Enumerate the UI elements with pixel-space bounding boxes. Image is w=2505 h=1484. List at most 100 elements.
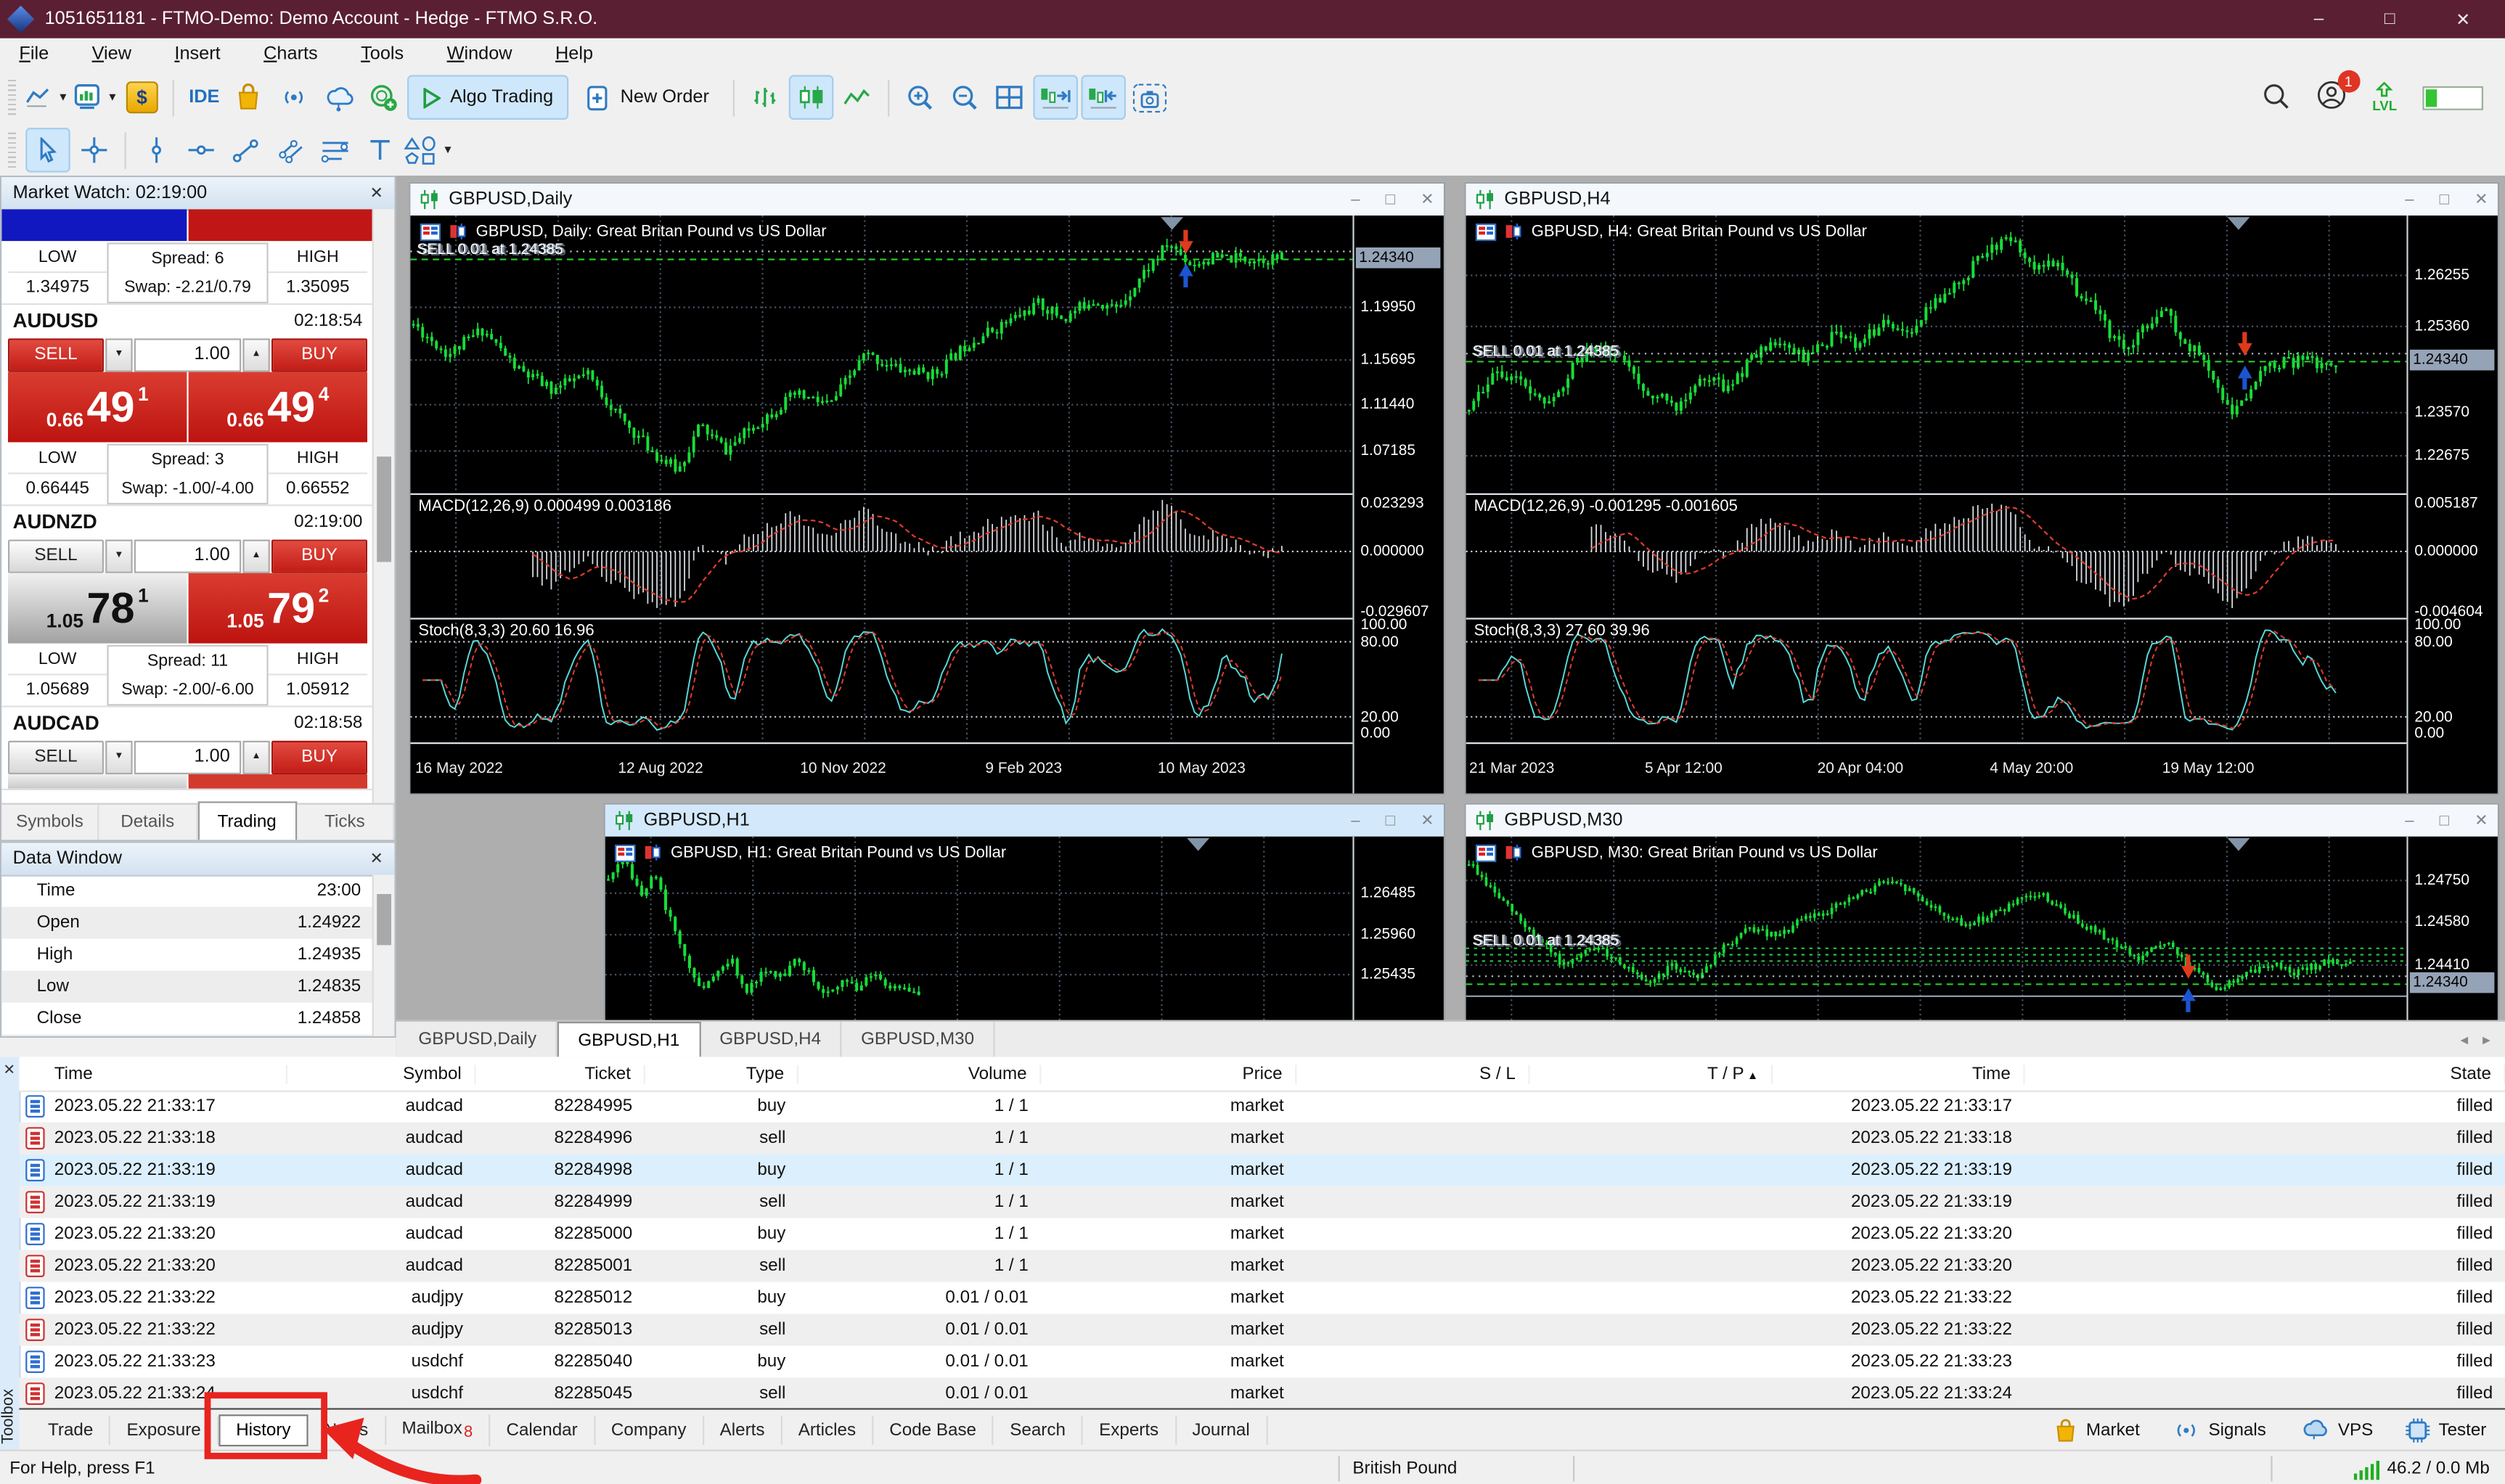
bid-price-box[interactable]: 1.05781: [8, 573, 187, 644]
history-column-time[interactable]: Time: [1773, 1064, 2025, 1083]
window-maximize-icon[interactable]: □: [2385, 9, 2395, 30]
history-row[interactable]: 2023.05.22 21:33:18audcad82284996sell1 /…: [19, 1123, 2505, 1155]
vps-cloud-icon[interactable]: [318, 77, 359, 118]
toolbox-tab-history[interactable]: History: [218, 1414, 308, 1446]
history-row[interactable]: 2023.05.22 21:33:19audcad82284999sell1 /…: [19, 1186, 2505, 1218]
chart-window-gbpusd-m30[interactable]: GBPUSD,M30 –□✕ 1.247501.245801.244101.24…: [1464, 803, 2499, 1022]
chart-window-gbpusd-h4[interactable]: GBPUSD,H4 –□✕ 1.262551.253601.235701.226…: [1464, 182, 2499, 795]
chart-tab-gbpusd-m30[interactable]: GBPUSD,M30: [842, 1022, 995, 1057]
volume-increase-button[interactable]: ▲: [242, 337, 269, 371]
menu-item-tools[interactable]: Tools: [361, 45, 404, 64]
chart-template-icon[interactable]: ▼: [72, 77, 118, 118]
market-watch-scrollbar[interactable]: [372, 209, 395, 805]
volume-increase-button[interactable]: ▲: [242, 740, 269, 774]
menu-item-help[interactable]: Help: [555, 45, 593, 64]
quote-section-audnzd[interactable]: AUDNZD02:19:00 SELL ▼ 1.00 ▲ BUY 1.05781…: [1, 506, 374, 707]
chart-maximize-icon[interactable]: □: [1386, 191, 1395, 208]
market-watch-tab-trading[interactable]: Trading: [197, 801, 297, 840]
history-column-symbol[interactable]: Symbol: [287, 1064, 476, 1083]
history-row[interactable]: 2023.05.22 21:33:17audcad82284995buy1 / …: [19, 1091, 2505, 1123]
zoom-in-icon[interactable]: [899, 77, 941, 118]
toolbox-tab-company[interactable]: Company: [595, 1415, 704, 1444]
candlestick-mode-icon[interactable]: [789, 75, 834, 120]
market-watch-tab-symbols[interactable]: Symbols: [1, 805, 99, 840]
tile-windows-icon[interactable]: [989, 77, 1030, 118]
history-row[interactable]: 2023.05.22 21:33:22audjpy82285012buy0.01…: [19, 1282, 2505, 1314]
chart-canvas[interactable]: 1.262551.253601.235701.226750.0051870.00…: [1466, 216, 2498, 793]
market-watch-header[interactable]: Market Watch: 02:19:00 ✕: [1, 177, 394, 210]
community-add-icon[interactable]: [362, 77, 404, 118]
ask-price-box[interactable]: 0.66494: [189, 372, 367, 443]
bid-price-box[interactable]: [8, 774, 187, 789]
history-column-tp[interactable]: T / P ▲: [1530, 1064, 1773, 1083]
service-tester[interactable]: Tester: [2405, 1417, 2486, 1443]
toolbox-tab-trade[interactable]: Trade: [32, 1415, 111, 1444]
chart-shift-icon[interactable]: [1082, 75, 1127, 120]
signals-icon[interactable]: [273, 77, 314, 118]
volume-input[interactable]: 1.00: [134, 740, 241, 774]
shapes-tool-icon[interactable]: ▼: [404, 129, 454, 171]
history-column-time[interactable]: Time: [19, 1064, 287, 1083]
chart-maximize-icon[interactable]: □: [1386, 812, 1395, 829]
bid-price-box[interactable]: 0.66491: [8, 372, 187, 443]
menu-item-insert[interactable]: Insert: [174, 45, 220, 64]
history-column-price[interactable]: Price: [1041, 1064, 1296, 1083]
menu-item-window[interactable]: Window: [447, 45, 512, 64]
history-row[interactable]: 2023.05.22 21:33:22audjpy82285013sell0.0…: [19, 1314, 2505, 1346]
market-watch-tab-details[interactable]: Details: [99, 805, 197, 840]
history-row[interactable]: 2023.05.22 21:33:24usdchf82285045sell0.0…: [19, 1378, 2505, 1410]
chart-maximize-icon[interactable]: □: [2440, 812, 2449, 829]
buy-button[interactable]: BUY: [271, 539, 367, 573]
chart-close-icon[interactable]: ✕: [1421, 812, 1434, 829]
level-up-icon[interactable]: LVL: [2372, 82, 2397, 113]
vertical-line-tool-icon[interactable]: [136, 129, 177, 171]
window-minimize-icon[interactable]: –: [2314, 9, 2324, 30]
chart-tabs-scroll-right-icon[interactable]: ►: [2480, 1032, 2493, 1046]
toolbox-tab-experts[interactable]: Experts: [1083, 1415, 1176, 1444]
chart-close-icon[interactable]: ✕: [1421, 191, 1434, 208]
time-axis[interactable]: 21 Mar 20235 Apr 12:0020 Apr 04:004 May …: [1466, 749, 2407, 794]
time-axis[interactable]: 16 May 202212 Aug 202210 Nov 20229 Feb 2…: [410, 749, 1352, 794]
data-window-close-icon[interactable]: ✕: [370, 850, 383, 868]
sell-button[interactable]: SELL: [8, 740, 104, 774]
crosshair-tool-icon[interactable]: [73, 129, 115, 171]
menu-item-charts[interactable]: Charts: [263, 45, 318, 64]
service-market[interactable]: Market: [2054, 1417, 2140, 1443]
window-close-icon[interactable]: ✕: [2456, 9, 2470, 30]
chart-minimize-icon[interactable]: –: [2405, 191, 2414, 208]
chart-canvas[interactable]: 1.199501.156951.114401.071850.0232930.00…: [410, 216, 1443, 793]
volume-decrease-button[interactable]: ▼: [105, 337, 132, 371]
buy-button[interactable]: BUY: [271, 740, 367, 774]
new-order-button[interactable]: New Order: [573, 77, 724, 118]
menu-item-file[interactable]: File: [19, 45, 49, 64]
volume-increase-button[interactable]: ▲: [242, 539, 269, 573]
history-column-sl[interactable]: S / L: [1296, 1064, 1529, 1083]
ide-button[interactable]: IDE: [184, 77, 225, 118]
chart-tabs-scroll[interactable]: ◄►: [2458, 1022, 2505, 1057]
history-table-header[interactable]: TimeSymbolTicketTypeVolumePriceS / LT / …: [19, 1057, 2505, 1091]
market-watch-tab-ticks[interactable]: Ticks: [297, 805, 395, 840]
buy-button[interactable]: BUY: [271, 337, 367, 371]
screenshot-icon[interactable]: [1129, 77, 1171, 118]
history-column-ticket[interactable]: Ticket: [476, 1064, 645, 1083]
data-window-header[interactable]: Data Window ✕: [1, 843, 394, 877]
chart-canvas[interactable]: 1.247501.245801.244101.24340 GBPUSD, M30…: [1466, 837, 2498, 1020]
toolbox-tab-calendar[interactable]: Calendar: [490, 1415, 594, 1444]
chart-titlebar[interactable]: GBPUSD,H1 –□✕: [605, 805, 1444, 838]
toolbox-tab-alerts[interactable]: Alerts: [704, 1415, 782, 1444]
chart-canvas[interactable]: 1.264851.259601.25435 GBPUSD, H1: Great …: [605, 837, 1444, 1020]
service-signals[interactable]: Signals: [2172, 1419, 2266, 1441]
volume-decrease-button[interactable]: ▼: [105, 539, 132, 573]
chart-maximize-icon[interactable]: □: [2440, 191, 2449, 208]
chart-tabs-scroll-left-icon[interactable]: ◄: [2458, 1032, 2470, 1046]
bar-chart-mode-icon[interactable]: [744, 77, 785, 118]
volume-input[interactable]: 1.00: [134, 539, 241, 573]
toolbox-tab-mailbox[interactable]: Mailbox8: [385, 1414, 490, 1446]
history-column-volume[interactable]: Volume: [798, 1064, 1041, 1083]
menu-item-view[interactable]: View: [92, 45, 131, 64]
sell-price-box[interactable]: 1.3505: [1, 209, 187, 241]
history-row[interactable]: 2023.05.22 21:33:20audcad82285001sell1 /…: [19, 1250, 2505, 1282]
line-chart-mode-icon[interactable]: [837, 77, 878, 118]
fibonacci-tool-icon[interactable]: [314, 129, 356, 171]
chart-minimize-icon[interactable]: –: [1351, 191, 1360, 208]
